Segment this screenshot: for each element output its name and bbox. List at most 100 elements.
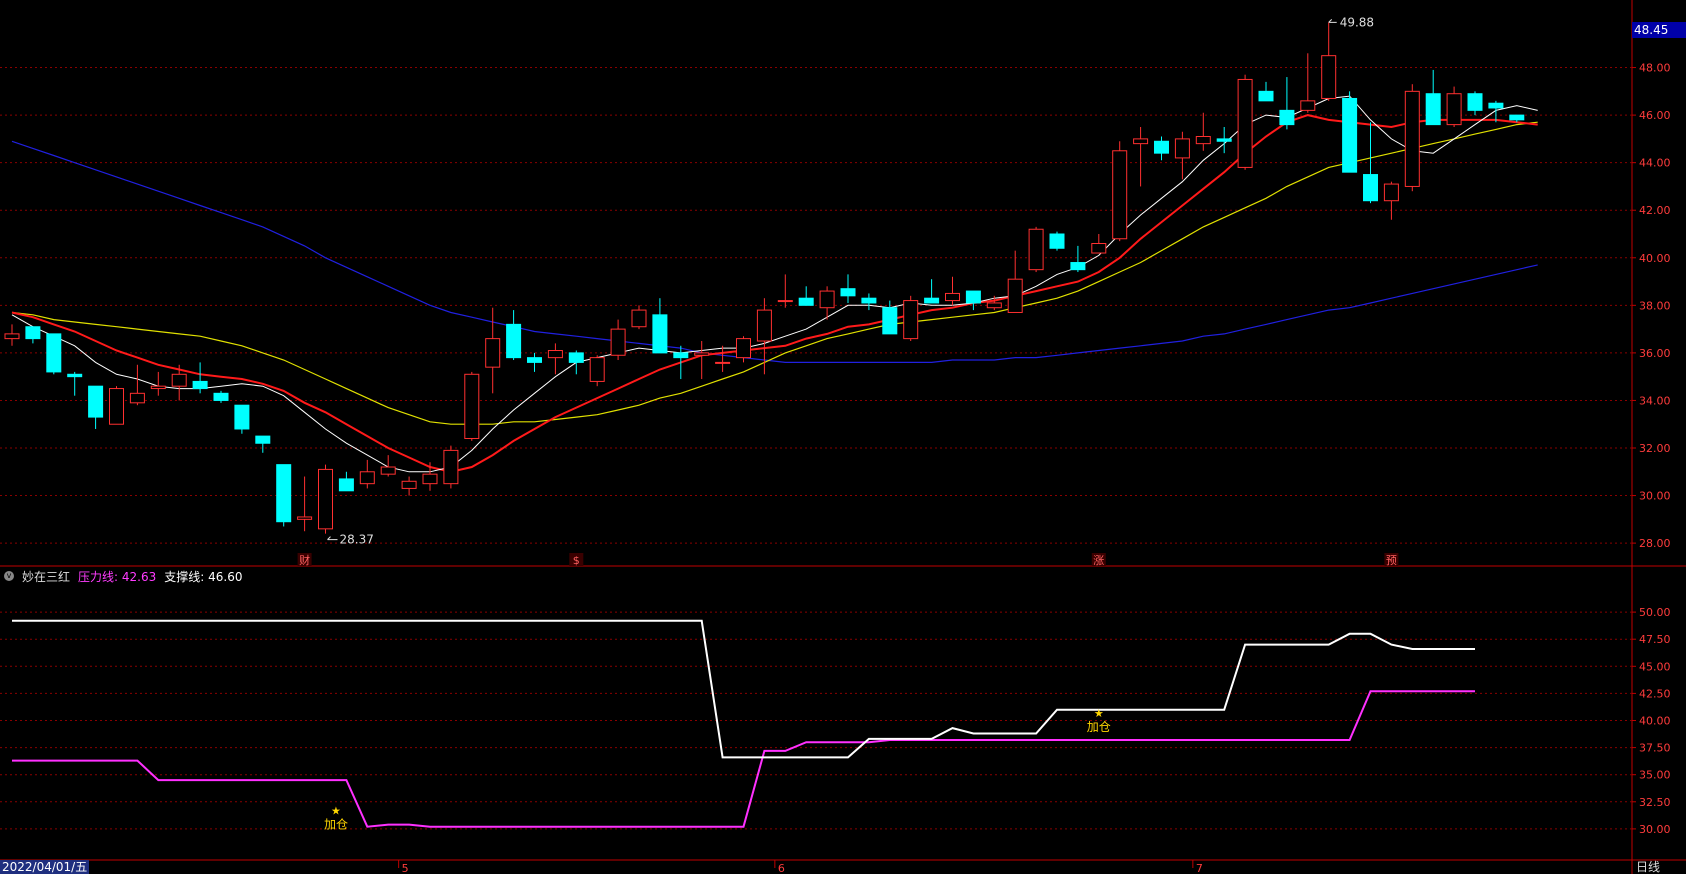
candle-body bbox=[88, 385, 104, 418]
stock-chart[interactable]: 28.00 30.00 32.00 34.00 36.00 38.00 40.00 42.00… bbox=[0, 0, 1686, 874]
candle bbox=[610, 319, 626, 361]
y-tick-label: 32.00 bbox=[1639, 442, 1671, 455]
indicator-toggle-icon[interactable]: v bbox=[4, 571, 14, 581]
candle bbox=[380, 455, 396, 477]
candle bbox=[798, 286, 814, 306]
candle bbox=[1321, 22, 1337, 101]
ma60-line bbox=[11, 140, 1538, 363]
candle-body bbox=[171, 373, 187, 387]
candle bbox=[422, 462, 438, 491]
candle-body bbox=[1174, 138, 1190, 159]
indicator-name[interactable]: 妙在三红 bbox=[22, 568, 70, 585]
candle bbox=[150, 371, 166, 396]
candle-body bbox=[986, 302, 1002, 309]
candle bbox=[234, 404, 250, 434]
candle bbox=[1154, 136, 1169, 161]
candle-body bbox=[1049, 233, 1065, 249]
y-tick-label: 44.00 bbox=[1639, 157, 1671, 170]
candle-body bbox=[715, 361, 731, 364]
cursor-date-tag: 2022/04/01/五 bbox=[0, 860, 90, 874]
candle bbox=[464, 371, 480, 441]
candle bbox=[213, 390, 229, 403]
candle bbox=[1425, 69, 1441, 126]
candle bbox=[1342, 91, 1358, 173]
candle bbox=[589, 355, 605, 387]
candle bbox=[1070, 245, 1086, 273]
candle-body bbox=[924, 297, 940, 304]
candle-body bbox=[1300, 100, 1316, 111]
y-tick-label: 40.00 bbox=[1639, 715, 1671, 728]
signal-star-icon: ★ bbox=[1094, 707, 1104, 720]
pressure-line-name: 压力线: bbox=[78, 569, 119, 584]
candle bbox=[192, 362, 208, 394]
candle-body bbox=[610, 328, 626, 356]
candle-body bbox=[1509, 114, 1525, 121]
candle-body bbox=[568, 352, 584, 363]
candle-body bbox=[443, 449, 459, 485]
candle-body bbox=[46, 333, 62, 373]
candle-body bbox=[150, 385, 166, 390]
event-marker-label: 预 bbox=[1386, 554, 1397, 567]
candle bbox=[1258, 81, 1274, 102]
candle-body bbox=[840, 288, 856, 297]
candle bbox=[715, 345, 731, 372]
candle-body bbox=[1007, 278, 1023, 313]
candle-body bbox=[1321, 55, 1337, 99]
candle-body bbox=[297, 516, 313, 520]
candle-body bbox=[1446, 93, 1462, 126]
candle-body bbox=[1425, 93, 1441, 126]
candle-body bbox=[25, 326, 41, 340]
candle-body bbox=[485, 338, 501, 368]
candle-body bbox=[777, 300, 793, 303]
candle-body bbox=[506, 323, 522, 359]
y-tick-label: 42.50 bbox=[1639, 687, 1671, 700]
pressure-line-label: 压力线: 42.63 bbox=[78, 568, 156, 585]
candle-body bbox=[234, 404, 250, 430]
candle bbox=[903, 295, 919, 341]
support-line bbox=[12, 619, 1475, 759]
candle bbox=[631, 305, 647, 330]
candle-body bbox=[1216, 138, 1232, 142]
candle-body bbox=[819, 290, 835, 309]
signal-label: 加仓 bbox=[1087, 720, 1111, 734]
candle-body bbox=[129, 392, 145, 404]
y-tick-label: 50.00 bbox=[1639, 606, 1671, 619]
signal-label: 加仓 bbox=[324, 817, 348, 831]
candle bbox=[1112, 141, 1128, 242]
candle bbox=[945, 276, 960, 306]
candle-body bbox=[673, 352, 689, 359]
candle bbox=[756, 298, 772, 375]
event-marker-label: 涨 bbox=[1093, 554, 1104, 567]
candle bbox=[1195, 112, 1211, 151]
candle-body bbox=[4, 333, 20, 340]
candle bbox=[777, 274, 793, 308]
candle bbox=[46, 333, 62, 375]
candle bbox=[965, 290, 981, 311]
candle-body bbox=[882, 307, 898, 335]
candle bbox=[297, 476, 313, 532]
candle-body bbox=[547, 350, 563, 359]
y-tick-label: 40.00 bbox=[1639, 252, 1671, 265]
x-tick-label: 5 bbox=[402, 862, 409, 874]
candle-body bbox=[338, 478, 354, 492]
candle bbox=[338, 471, 354, 492]
candle bbox=[694, 341, 710, 380]
x-tick-label: 7 bbox=[1196, 862, 1203, 874]
candle bbox=[1049, 231, 1065, 251]
y-tick-label: 34.00 bbox=[1639, 394, 1671, 407]
candle bbox=[861, 293, 877, 311]
candle-body bbox=[736, 338, 751, 359]
candle bbox=[1133, 127, 1149, 187]
candle-body bbox=[1028, 228, 1044, 271]
event-marker-label: 财 bbox=[299, 553, 310, 567]
period-label[interactable]: 日线 bbox=[1636, 860, 1660, 874]
y-tick-label: 37.50 bbox=[1639, 742, 1671, 755]
candle bbox=[1216, 127, 1232, 154]
candle bbox=[1237, 74, 1253, 170]
candle bbox=[1279, 77, 1295, 130]
pressure-line bbox=[12, 690, 1475, 828]
candle bbox=[25, 326, 41, 344]
candle-body bbox=[213, 392, 229, 401]
candle bbox=[1007, 250, 1023, 313]
y-tick-label: 30.00 bbox=[1639, 490, 1671, 503]
